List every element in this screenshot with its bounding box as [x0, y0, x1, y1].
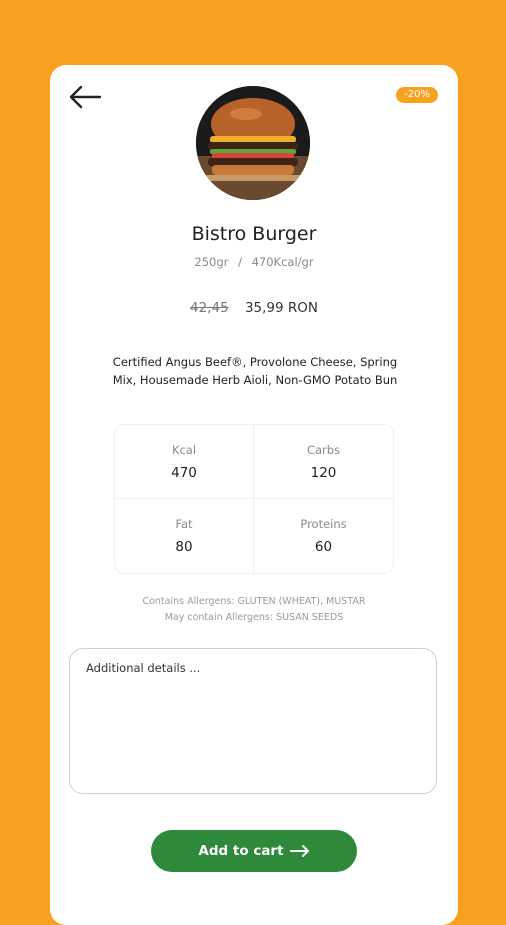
nutrition-proteins: Proteins 60 [254, 499, 393, 573]
meta-separator: / [238, 255, 242, 269]
nutrition-grid: Kcal 470 Carbs 120 Fat 80 Proteins 60 [114, 424, 394, 574]
back-button[interactable] [68, 83, 102, 111]
arrow-right-icon [289, 845, 309, 857]
discount-badge: -20% [396, 87, 438, 103]
nutrition-value: 120 [310, 464, 337, 481]
product-weight: 250gr [194, 255, 229, 269]
nutrition-value: 470 [171, 464, 197, 481]
nutrition-value: 80 [175, 539, 193, 555]
product-image [196, 86, 310, 200]
product-meta: 250gr / 470Kcal/gr [50, 255, 458, 269]
nutrition-label: Kcal [171, 442, 197, 457]
allergens-contains: Contains Allergens: GLUTEN (WHEAT), MUST… [142, 596, 366, 607]
allergens-info: Contains Allergens: GLUTEN (WHEAT), MUST… [50, 594, 458, 626]
product-calories: 470Kcal/gr [251, 255, 314, 269]
product-title: Bistro Burger [191, 223, 317, 245]
allergens-may-contain: May contain Allergens: SUSAN SEEDS [164, 612, 344, 623]
new-price: 35,99 RON [244, 300, 318, 316]
nutrition-label: Fat [175, 517, 193, 531]
nutrition-label: Carbs [306, 442, 341, 457]
add-to-cart-label: Add to cart [198, 843, 284, 859]
nutrition-label: Proteins [300, 517, 347, 531]
additional-details-input[interactable] [69, 648, 437, 794]
price-row: 42,45 35,99 RON [50, 300, 458, 316]
old-price: 42,45 [190, 300, 229, 316]
product-description: Certified Angus Beef®, Provolone Cheese,… [112, 355, 398, 387]
add-to-cart-button[interactable]: Add to cart [151, 830, 357, 872]
product-card: -20% Bistro Burger 250gr / 470Kcal/gr 42… [50, 65, 458, 925]
arrow-left-icon [69, 85, 102, 109]
nutrition-fat: Fat 80 [115, 499, 254, 573]
nutrition-carbs: Carbs 120 [254, 425, 393, 499]
nutrition-value: 60 [314, 539, 333, 555]
nutrition-kcal: Kcal 470 [115, 425, 254, 499]
